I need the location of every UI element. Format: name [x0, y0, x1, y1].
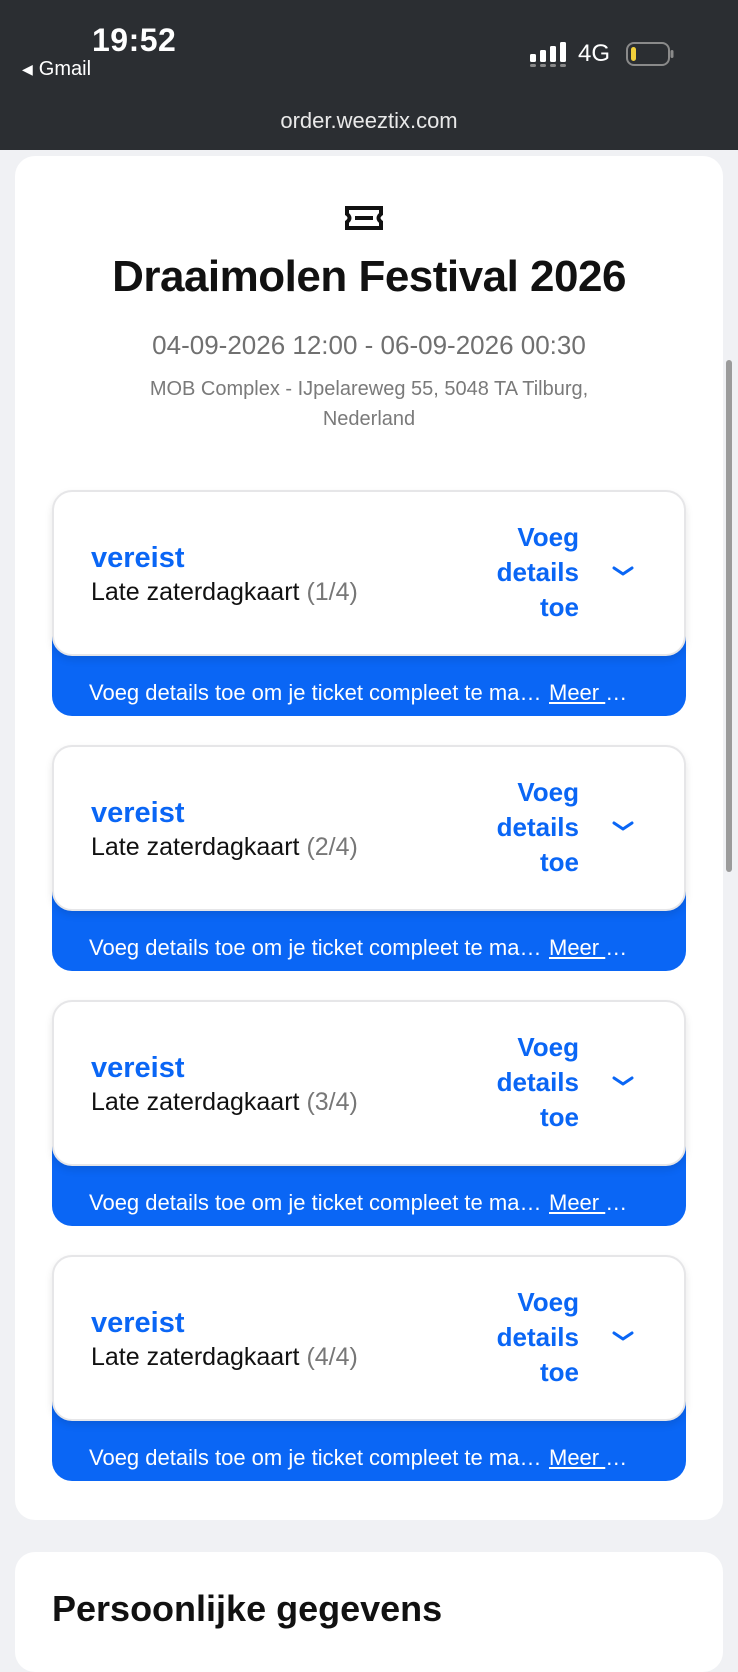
- add-details-button[interactable]: Voeg details toe: [479, 1030, 579, 1135]
- ticket-icon: [345, 206, 383, 230]
- section-title: Persoonlijke gegevens: [52, 1588, 443, 1629]
- more-info-link[interactable]: Meer informatie: [549, 935, 631, 961]
- ticket-info-text: Voeg details toe om je ticket compleet t…: [89, 935, 549, 960]
- ticket-item: Voeg details toe om je ticket compleet t…: [52, 490, 686, 716]
- event-title: Draaimolen Festival 2026: [112, 252, 626, 301]
- event-dates: 04-09-2026 12:00 - 06-09-2026 00:30: [152, 330, 586, 360]
- back-app-label: Gmail: [38, 58, 92, 80]
- ticket-type: Late zaterdagkaart: [91, 833, 300, 861]
- chevron-down-icon[interactable]: [610, 813, 636, 839]
- ticket-item: Voeg details toe om je ticket compleet t…: [52, 745, 686, 971]
- chevron-down-icon[interactable]: [610, 1323, 636, 1349]
- ticket-info-text: Voeg details toe om je ticket compleet t…: [89, 1190, 549, 1215]
- required-label: vereist: [91, 542, 185, 574]
- back-arrow-icon: ◀: [22, 61, 33, 77]
- more-info-link[interactable]: Meer informatie: [549, 680, 631, 706]
- event-location: MOB Complex - IJpelareweg 55, 5048 TA Ti…: [149, 378, 589, 430]
- ticket-item: Voeg details toe om je ticket compleet t…: [52, 1255, 686, 1481]
- required-label: vereist: [91, 1307, 185, 1339]
- status-bar: 19:52 ◀ Gmail 4G order.weeztix.com: [0, 0, 738, 150]
- personal-details-card: Persoonlijke gegevens: [15, 1552, 723, 1672]
- ticket-count: (2/4): [306, 833, 358, 861]
- status-time: 19:52: [92, 22, 177, 58]
- ticket-name: Late zaterdagkaart (3/4): [91, 1088, 358, 1117]
- add-details-button[interactable]: Voeg details toe: [479, 520, 579, 625]
- ticket-name: Late zaterdagkaart (2/4): [91, 833, 358, 862]
- required-label: vereist: [91, 1052, 185, 1084]
- signal-icon: [530, 42, 566, 67]
- ticket-item: Voeg details toe om je ticket compleet t…: [52, 1000, 686, 1226]
- battery-icon: [626, 42, 674, 66]
- ticket-count: (3/4): [306, 1088, 358, 1116]
- ticket-header[interactable]: vereist Late zaterdagkaart (1/4) Voeg de…: [52, 490, 686, 656]
- ticket-header[interactable]: vereist Late zaterdagkaart (2/4) Voeg de…: [52, 745, 686, 911]
- add-details-button[interactable]: Voeg details toe: [479, 1285, 579, 1390]
- ticket-type: Late zaterdagkaart: [91, 1343, 300, 1371]
- ticket-header[interactable]: vereist Late zaterdagkaart (3/4) Voeg de…: [52, 1000, 686, 1166]
- required-label: vereist: [91, 797, 185, 829]
- ticket-count: (4/4): [306, 1343, 358, 1371]
- ticket-name: Late zaterdagkaart (4/4): [91, 1343, 358, 1372]
- back-to-app-link[interactable]: ◀ Gmail: [22, 58, 91, 81]
- more-info-link[interactable]: Meer informatie: [549, 1190, 631, 1216]
- more-info-link[interactable]: Meer informatie: [549, 1445, 631, 1471]
- ticket-header[interactable]: vereist Late zaterdagkaart (4/4) Voeg de…: [52, 1255, 686, 1421]
- ticket-info-text: Voeg details toe om je ticket compleet t…: [89, 680, 549, 705]
- chevron-down-icon[interactable]: [610, 558, 636, 584]
- ticket-type: Late zaterdagkaart: [91, 1088, 300, 1116]
- ticket-type: Late zaterdagkaart: [91, 578, 300, 606]
- page-scrollbar[interactable]: [726, 360, 732, 872]
- url-bar[interactable]: order.weeztix.com: [0, 108, 738, 134]
- network-type: 4G: [578, 40, 611, 67]
- chevron-down-icon[interactable]: [610, 1068, 636, 1094]
- ticket-count: (1/4): [306, 578, 358, 606]
- ticket-info-text: Voeg details toe om je ticket compleet t…: [89, 1445, 549, 1470]
- ticket-name: Late zaterdagkaart (1/4): [91, 578, 358, 607]
- event-card: Draaimolen Festival 2026 04-09-2026 12:0…: [15, 156, 723, 1520]
- add-details-button[interactable]: Voeg details toe: [479, 775, 579, 880]
